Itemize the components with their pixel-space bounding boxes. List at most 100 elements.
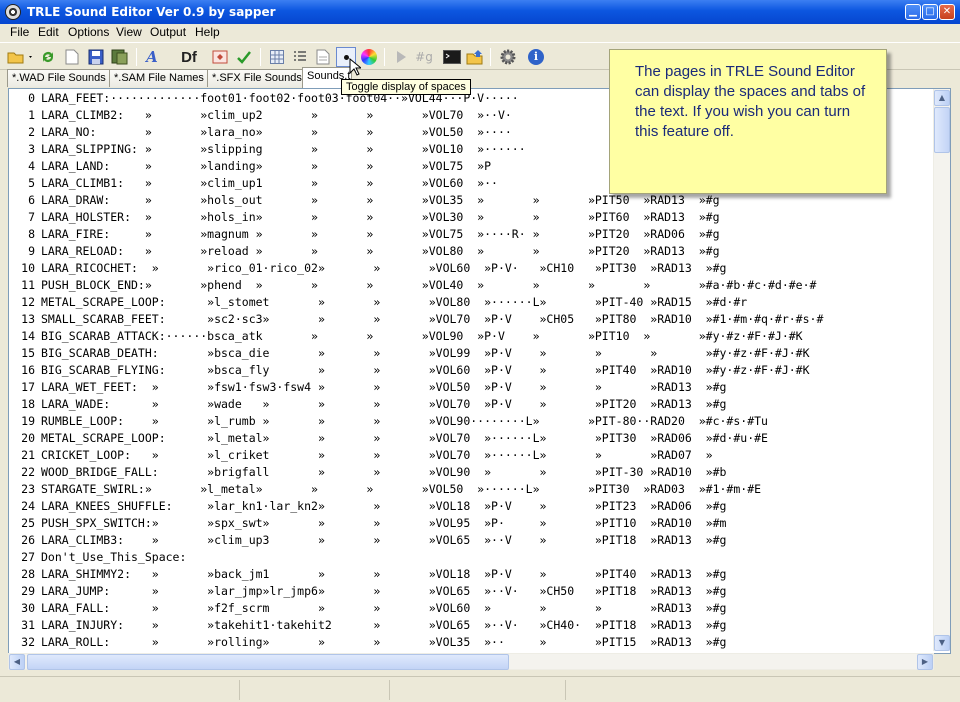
- editor-line[interactable]: 22 WOOD_BRIDGE_FALL: »brigfall » » »VOL90…: [9, 464, 935, 481]
- editor-line[interactable]: 14 BIG_SCARAB_ATTACK:······bsca_atk » » »…: [9, 328, 935, 345]
- maximize-button[interactable]: □: [922, 4, 938, 20]
- editor-line[interactable]: 17 LARA_WET_FEET: » »fsw1·fsw3·fsw4 » » »…: [9, 379, 935, 396]
- editor-line[interactable]: 19 RUMBLE_LOOP: » »l_rumb » » » »VOL90···…: [9, 413, 935, 430]
- editor-line[interactable]: 23 STARGATE_SWIRL:» »l_metal» » » »VOL50 …: [9, 481, 935, 498]
- editor-line[interactable]: 29 LARA_JUMP: » »lar_jmp»lr_jmp6» » »VOL6…: [9, 583, 935, 600]
- line-text[interactable]: LARA_CLIMB2: » »clim_up2 » » »VOL70 »··V…: [41, 107, 512, 124]
- line-text[interactable]: Don't_Use_This_Space:: [41, 549, 186, 566]
- scroll-right-button[interactable]: ▶: [917, 654, 933, 670]
- line-number: 15: [21, 346, 35, 360]
- line-text[interactable]: LARA_FIRE: » »magnum » » » »VOL75 »····R…: [41, 226, 720, 243]
- line-text[interactable]: BIG_SCARAB_DEATH: »bsca_die » » »VOL99 »…: [41, 345, 810, 362]
- export-icon[interactable]: [465, 47, 485, 67]
- editor-line[interactable]: 9 LARA_RELOAD: » »reload » » » »VOL80 » »…: [9, 243, 935, 260]
- console-icon[interactable]: [442, 47, 462, 67]
- editor-line[interactable]: 31 LARA_INJURY: » »takehit1·takehit2 » »V…: [9, 617, 935, 634]
- line-text[interactable]: PUSH_BLOCK_END:» »phend » » » »VOL40 » »…: [41, 277, 816, 294]
- editor-line[interactable]: 10 LARA_RICOCHET: » »rico_01·rico_02» » »…: [9, 260, 935, 277]
- line-text[interactable]: LARA_DRAW: » »hols_out » » »VOL35 » » »P…: [41, 192, 720, 209]
- line-text[interactable]: LARA_SLIPPING: » »slipping » » »VOL10 »·…: [41, 141, 526, 158]
- editor-line[interactable]: 18 LARA_WADE: » »wade » » » »VOL70 »P·V »…: [9, 396, 935, 413]
- page-icon[interactable]: [313, 47, 333, 67]
- line-text[interactable]: CRICKET_LOOP: » »l_criket » » »VOL70 »··…: [41, 447, 713, 464]
- editor-line[interactable]: 32 LARA_ROLL: » »rolling» » » »VOL35 »·· …: [9, 634, 935, 651]
- horizontal-scroll-thumb[interactable]: [27, 654, 509, 670]
- line-text[interactable]: LARA_HOLSTER: » »hols_in» » » »VOL30 » »…: [41, 209, 720, 226]
- line-text[interactable]: LARA_INJURY: » »takehit1·takehit2 » »VOL…: [41, 617, 726, 634]
- horizontal-scrollbar[interactable]: ◀ ▶: [8, 653, 934, 670]
- scroll-down-button[interactable]: ▼: [934, 635, 950, 651]
- save-as-icon[interactable]: [110, 47, 130, 67]
- editor-line[interactable]: 6 LARA_DRAW: » »hols_out » » »VOL35 » » »…: [9, 192, 935, 209]
- tab-sam-file-names[interactable]: *.SAM File Names: [109, 69, 209, 87]
- editor-line[interactable]: 12 METAL_SCRAPE_LOOP: »l_stomet » » »VOL8…: [9, 294, 935, 311]
- italic-a-icon[interactable]: A: [142, 47, 162, 67]
- open-icon[interactable]: [6, 47, 34, 67]
- vertical-scrollbar[interactable]: ▲ ▼: [933, 89, 950, 651]
- line-text[interactable]: LARA_WET_FEET: » »fsw1·fsw3·fsw4 » » »VO…: [41, 379, 726, 396]
- list-icon[interactable]: [290, 47, 310, 67]
- line-text[interactable]: LARA_CLIMB3: » »clim_up3 » » »VOL65 »··V…: [41, 532, 726, 549]
- line-text[interactable]: PUSH_SPX_SWITCH:» »spx_swt» » » »VOL95 »…: [41, 515, 726, 532]
- line-text[interactable]: LARA_FALL: » »f2f_scrm » » »VOL60 » » » …: [41, 600, 726, 617]
- editor-line[interactable]: 11 PUSH_BLOCK_END:» »phend » » » »VOL40 »…: [9, 277, 935, 294]
- editor-line[interactable]: 15 BIG_SCARAB_DEATH: »bsca_die » » »VOL99…: [9, 345, 935, 362]
- vertical-scroll-thumb[interactable]: [934, 107, 950, 153]
- editor-line[interactable]: 20 METAL_SCRAPE_LOOP: »l_metal» » » »VOL7…: [9, 430, 935, 447]
- line-text[interactable]: RUMBLE_LOOP: » »l_rumb » » » »VOL90·····…: [41, 413, 768, 430]
- hash-icon[interactable]: #g: [414, 47, 434, 67]
- line-text[interactable]: SMALL_SCARAB_FEET: »sc2·sc3» » » »VOL70 …: [41, 311, 823, 328]
- editor-line[interactable]: 16 BIG_SCARAB_FLYING: »bsca_fly » » »VOL6…: [9, 362, 935, 379]
- line-text[interactable]: LARA_SHIMMY2: » »back_jm1 » » »VOL18 »P·…: [41, 566, 726, 583]
- editor-line[interactable]: 7 LARA_HOLSTER: » »hols_in» » » »VOL30 » …: [9, 209, 935, 226]
- line-text[interactable]: METAL_SCRAPE_LOOP: »l_stomet » » »VOL80 …: [41, 294, 747, 311]
- editor-line[interactable]: 25 PUSH_SPX_SWITCH:» »spx_swt» » » »VOL95…: [9, 515, 935, 532]
- editor-line[interactable]: 24 LARA_KNEES_SHUFFLE: »lar_kn1·lar_kn2» …: [9, 498, 935, 515]
- editor-line[interactable]: 21 CRICKET_LOOP: » »l_criket » » »VOL70 »…: [9, 447, 935, 464]
- checkmark-icon[interactable]: [234, 47, 254, 67]
- tab-wad-file-sounds[interactable]: *.WAD File Sounds: [7, 69, 111, 87]
- menu-view[interactable]: View: [116, 25, 142, 39]
- line-text[interactable]: LARA_ROLL: » »rolling» » » »VOL35 »·· » …: [41, 634, 726, 651]
- editor-line[interactable]: 30 LARA_FALL: » »f2f_scrm » » »VOL60 » » …: [9, 600, 935, 617]
- menu-edit[interactable]: Edit: [38, 25, 59, 39]
- line-text[interactable]: STARGATE_SWIRL:» »l_metal» » » »VOL50 »·…: [41, 481, 761, 498]
- line-text[interactable]: LARA_CLIMB1: » »clim_up1 » » »VOL60 »··: [41, 175, 498, 192]
- line-text[interactable]: LARA_NO: » »lara_no» » » »VOL50 »····: [41, 124, 512, 141]
- new-icon[interactable]: [62, 47, 82, 67]
- df-icon[interactable]: Df: [176, 47, 202, 67]
- scroll-left-button[interactable]: ◀: [9, 654, 25, 670]
- line-text[interactable]: LARA_LAND: » »landing» » » »VOL75 »P: [41, 158, 491, 175]
- menu-options[interactable]: Options: [68, 25, 109, 39]
- save-icon[interactable]: [86, 47, 106, 67]
- line-text[interactable]: LARA_JUMP: » »lar_jmp»lr_jmp6» » »VOL65 …: [41, 583, 726, 600]
- info-icon[interactable]: i: [526, 47, 546, 67]
- play-icon[interactable]: [391, 47, 411, 67]
- line-text[interactable]: BIG_SCARAB_ATTACK:······bsca_atk » » »VO…: [41, 328, 803, 345]
- editor-line[interactable]: 13 SMALL_SCARAB_FEET: »sc2·sc3» » » »VOL7…: [9, 311, 935, 328]
- line-text[interactable]: LARA_RELOAD: » »reload » » » »VOL80 » » …: [41, 243, 720, 260]
- line-text[interactable]: LARA_RICOCHET: » »rico_01·rico_02» » »VO…: [41, 260, 726, 277]
- menu-file[interactable]: File: [10, 25, 29, 39]
- line-text[interactable]: BIG_SCARAB_FLYING: »bsca_fly » » »VOL60 …: [41, 362, 810, 379]
- grid-icon[interactable]: [267, 47, 287, 67]
- close-button[interactable]: ✕: [939, 4, 955, 20]
- line-text[interactable]: LARA_WADE: » »wade » » » »VOL70 »P·V » »…: [41, 396, 726, 413]
- refresh-icon[interactable]: [38, 47, 58, 67]
- color-wheel-icon[interactable]: [359, 47, 379, 67]
- scroll-up-button[interactable]: ▲: [934, 90, 950, 106]
- menu-help[interactable]: Help: [195, 25, 220, 39]
- editor-line[interactable]: 28 LARA_SHIMMY2: » »back_jm1 » » »VOL18 »…: [9, 566, 935, 583]
- status-panel: [390, 680, 566, 700]
- editor-line[interactable]: 8 LARA_FIRE: » »magnum » » » »VOL75 »····…: [9, 226, 935, 243]
- minimize-button[interactable]: ▁: [905, 4, 921, 20]
- line-text[interactable]: WOOD_BRIDGE_FALL: »brigfall » » »VOL90 »…: [41, 464, 726, 481]
- settings-icon[interactable]: [498, 47, 518, 67]
- editor-line[interactable]: 27 Don't_Use_This_Space:: [9, 549, 935, 566]
- exe-icon[interactable]: [210, 47, 230, 67]
- line-text[interactable]: METAL_SCRAPE_LOOP: »l_metal» » » »VOL70 …: [41, 430, 768, 447]
- menu-output[interactable]: Output: [150, 25, 186, 39]
- line-text[interactable]: LARA_KNEES_SHUFFLE: »lar_kn1·lar_kn2» » …: [41, 498, 726, 515]
- editor-line[interactable]: 26 LARA_CLIMB3: » »clim_up3 » » »VOL65 »·…: [9, 532, 935, 549]
- tab-sfx-file-sounds[interactable]: *.SFX File Sounds: [207, 69, 307, 87]
